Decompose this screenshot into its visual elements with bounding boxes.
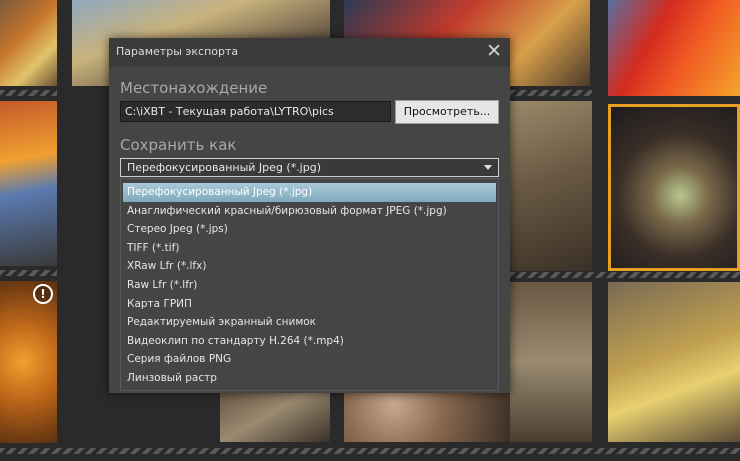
export-settings-dialog: Параметры экспорта ✕ Местонахождение C:\… [109, 38, 510, 393]
thumbnail-divider [510, 272, 740, 278]
location-label: Местонахождение [120, 79, 268, 97]
save-as-label: Сохранить как [120, 136, 237, 154]
path-input[interactable]: C:\iXBT - Текущая работа\LYTRO\pics [120, 101, 391, 122]
format-option[interactable]: Редактируемый экранный снимок [123, 313, 496, 332]
browse-button[interactable]: Просмотреть... [395, 100, 499, 124]
thumbnail-divider [0, 90, 57, 96]
format-option[interactable]: XRaw Lfr (*.lfx) [123, 257, 496, 276]
thumbnail[interactable] [0, 0, 57, 86]
format-option[interactable]: Стерео Jpeg (*.jps) [123, 220, 496, 239]
thumbnail[interactable] [608, 282, 740, 442]
format-dropdown-list: Перефокусированный Jpeg (*.jpg) Анаглифи… [120, 178, 499, 391]
thumbnail-selected[interactable] [608, 104, 740, 271]
thumbnail-divider [510, 90, 592, 96]
format-select[interactable]: Перефокусированный Jpeg (*.jpg) [120, 158, 499, 177]
format-select-value: Перефокусированный Jpeg (*.jpg) [127, 161, 321, 174]
thumbnail[interactable] [510, 282, 592, 442]
thumbnail-divider [0, 448, 740, 454]
chevron-down-icon [484, 165, 492, 170]
format-option[interactable]: TIFF (*.tif) [123, 239, 496, 258]
format-option[interactable]: Серия файлов PNG [123, 350, 496, 369]
dialog-title: Параметры экспорта [116, 45, 239, 58]
thumbnail-divider [0, 270, 57, 276]
format-option[interactable]: Карта ГРИП [123, 295, 496, 314]
format-option[interactable]: Линзовый растр [123, 369, 496, 388]
format-option[interactable]: Видеоклип по стандарту H.264 (*.mp4) [123, 332, 496, 351]
format-option[interactable]: Анаглифический красный/бирюзовый формат … [123, 202, 496, 221]
thumbnail[interactable] [0, 101, 57, 266]
format-option[interactable]: Raw Lfr (*.lfr) [123, 276, 496, 295]
thumbnail[interactable] [608, 0, 740, 96]
format-option[interactable]: Перефокусированный Jpeg (*.jpg) [123, 183, 496, 202]
close-icon[interactable]: ✕ [486, 40, 502, 62]
thumbnail[interactable] [0, 281, 57, 443]
warning-icon: ! [33, 284, 53, 304]
dialog-titlebar: Параметры экспорта ✕ [109, 38, 510, 67]
thumbnail[interactable] [510, 101, 592, 271]
